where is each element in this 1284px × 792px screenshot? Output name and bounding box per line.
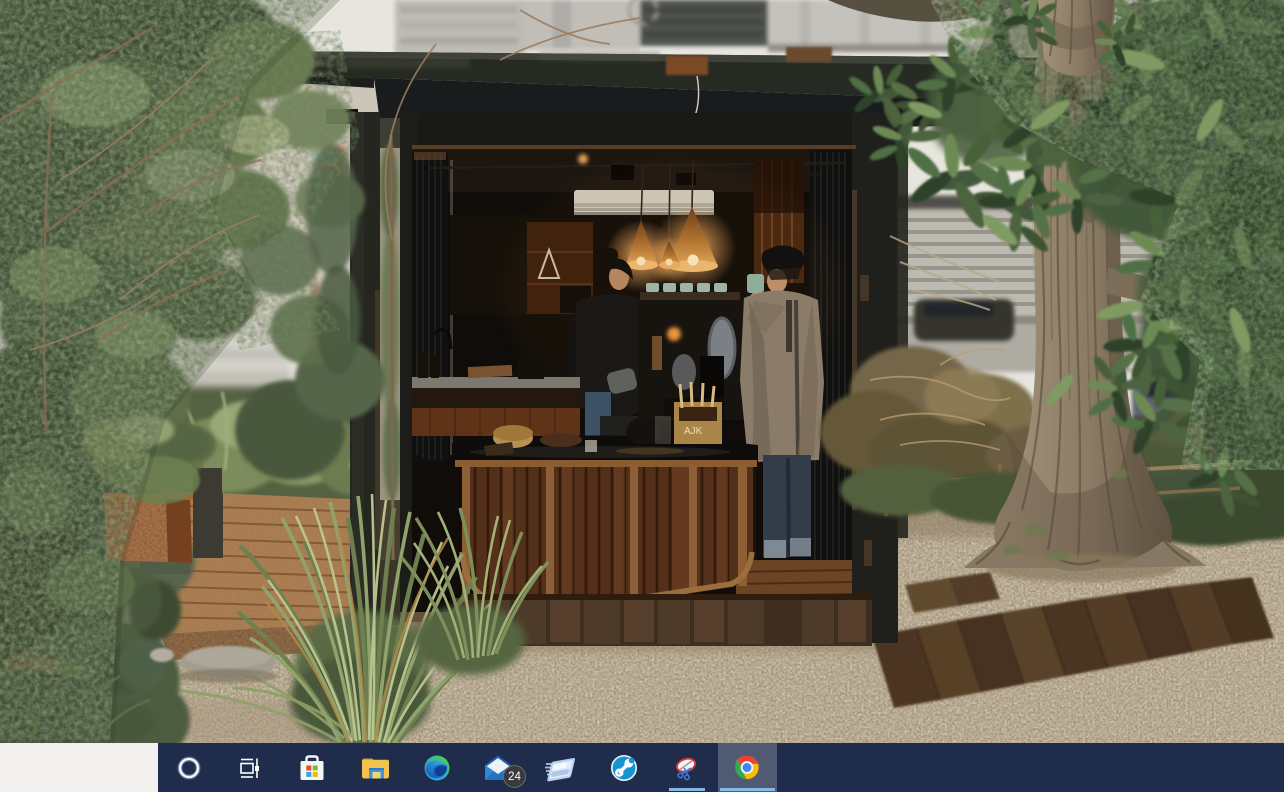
svg-text:AJK: AJK (684, 426, 703, 437)
